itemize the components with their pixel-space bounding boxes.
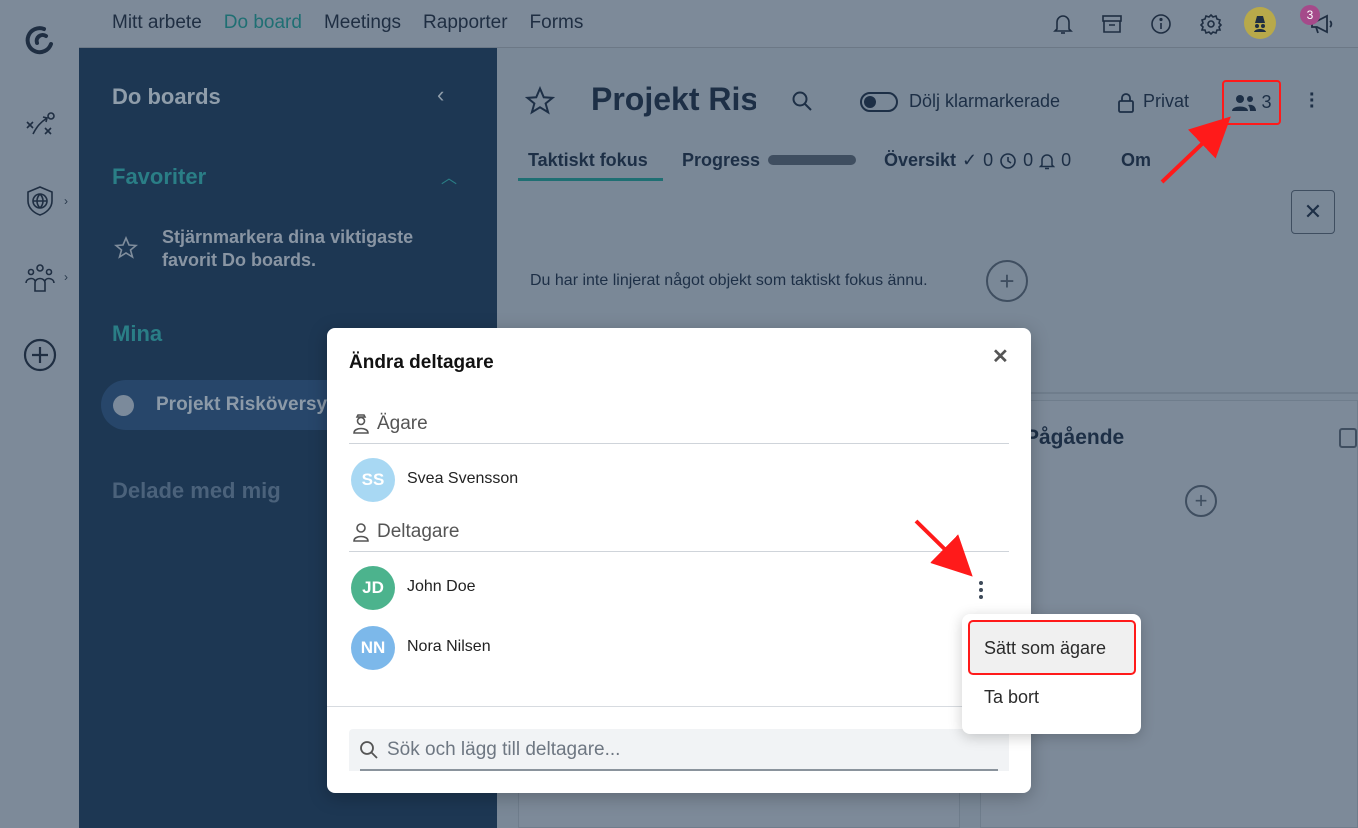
participant-row: JD John Doe [351,566,991,610]
tab-om[interactable]: Om [1121,150,1151,171]
column-heading: Pågående [1025,426,1125,449]
more-options-icon[interactable]: · · · [1309,85,1316,117]
mine-heading[interactable]: Mina [112,321,162,347]
notification-badge: 3 [1300,5,1320,25]
participant-context-menu: Sätt som ägare Ta bort [962,614,1141,734]
avatar: SS [351,458,395,502]
nav-rapporter[interactable]: Rapporter [423,12,508,34]
participant-search [349,729,1009,771]
members-button[interactable]: 3 [1222,80,1281,125]
modal-close-button[interactable]: ✕ [992,344,1009,369]
edit-participants-modal: Ändra deltagare ✕ Ägare SS Svea Svensson… [327,328,1031,793]
participant-section-header: Deltagare [349,512,1009,552]
focus-empty-text: Du har inte linjerat något objekt som ta… [530,272,928,289]
app-logo-icon[interactable] [20,20,60,60]
person-icon [352,522,370,547]
add-item-button[interactable]: + [1185,485,1217,517]
menu-item-set-owner[interactable]: Sätt som ägare [962,638,1141,659]
nav-forms[interactable]: Forms [530,12,584,34]
chevron-up-icon[interactable]: ︿ [441,164,457,188]
participant-row: NN Nora Nilsen [351,626,991,670]
hide-done-toggle[interactable] [860,92,898,112]
bell-icon[interactable] [1050,11,1076,37]
sidebar-item-label: Projekt Risköversyn [156,394,339,415]
shared-heading[interactable]: Delade med mig [112,478,281,504]
strategy-icon[interactable] [20,105,60,145]
person-name: John Doe [407,578,476,595]
chevron-right-icon[interactable]: › [64,194,68,208]
hide-done-label: Dölj klarmarkerade [909,91,1061,111]
collapse-sidebar-icon[interactable]: ‹ [437,82,444,108]
archive-icon[interactable] [1099,11,1125,37]
add-circle-icon[interactable] [20,335,60,375]
tab-label: Översikt [884,150,957,170]
nav-do-board[interactable]: Do board [224,12,302,34]
gear-icon[interactable] [1198,11,1224,37]
search-underline [360,769,998,771]
privacy-label[interactable]: Privat [1143,91,1189,112]
modal-divider [327,706,1031,707]
people-icon [1232,94,1257,111]
person-name: Svea Svensson [407,470,519,487]
participant-heading: Deltagare [377,521,460,542]
member-count: 3 [1261,92,1272,112]
favorite-star-icon[interactable] [524,85,556,121]
add-focus-button[interactable]: + [986,260,1028,302]
top-bar: Mitt arbete Do board Meetings Rapporter … [79,0,1358,48]
nav-mitt-arbete[interactable]: Mitt arbete [112,12,202,34]
progress-bar [768,155,856,165]
favorites-hint: Stjärnmarkera dina viktigaste favorit Do… [162,227,414,270]
chevron-right-icon[interactable]: › [64,270,68,284]
board-title[interactable]: Projekt Riskö [591,81,756,118]
tab-oversikt[interactable]: Översikt ✓ 0 0 0 [884,150,1071,171]
tab-progress[interactable]: Progress [682,150,760,171]
top-nav: Mitt arbete Do board Meetings Rapporter … [112,12,583,34]
board-dot-icon [113,395,134,416]
close-panel-button[interactable]: ✕ [1291,190,1335,234]
info-icon[interactable] [1148,11,1174,37]
search-icon[interactable] [791,90,813,117]
star-icon [113,235,139,265]
alert-count: 0 [1061,150,1072,170]
tab-taktiskt-fokus[interactable]: Taktiskt fokus [518,150,663,181]
participant-search-input[interactable] [387,736,987,764]
favorites-heading[interactable]: Favoriter [112,164,206,190]
search-icon [359,740,379,765]
menu-item-remove[interactable]: Ta bort [962,687,1141,708]
done-count: 0 [983,150,994,170]
tab-label: Taktiskt fokus [528,150,648,170]
column-checkbox[interactable] [1339,428,1357,448]
check-icon: ✓ [962,150,978,170]
left-rail: › › [0,0,79,828]
modal-title: Ändra deltagare [349,352,494,373]
bell-icon [1039,153,1056,169]
nav-meetings[interactable]: Meetings [324,12,401,34]
avatar: JD [351,566,395,610]
person-name: Nora Nilsen [407,638,491,655]
shield-globe-icon[interactable] [20,181,60,221]
owner-icon [352,414,370,439]
team-icon[interactable] [20,258,60,298]
owner-row: SS Svea Svensson [351,458,991,502]
sidebar-title: Do boards [112,84,221,109]
clock-icon [1000,152,1016,169]
owner-section-header: Ägare [349,404,1009,444]
user-avatar[interactable] [1244,7,1276,39]
time-count: 0 [1023,150,1034,170]
active-tab-indicator [518,178,663,181]
avatar: NN [351,626,395,670]
owner-heading: Ägare [377,413,428,434]
participant-more-icon[interactable] [975,579,987,601]
lock-icon[interactable] [1116,92,1136,119]
